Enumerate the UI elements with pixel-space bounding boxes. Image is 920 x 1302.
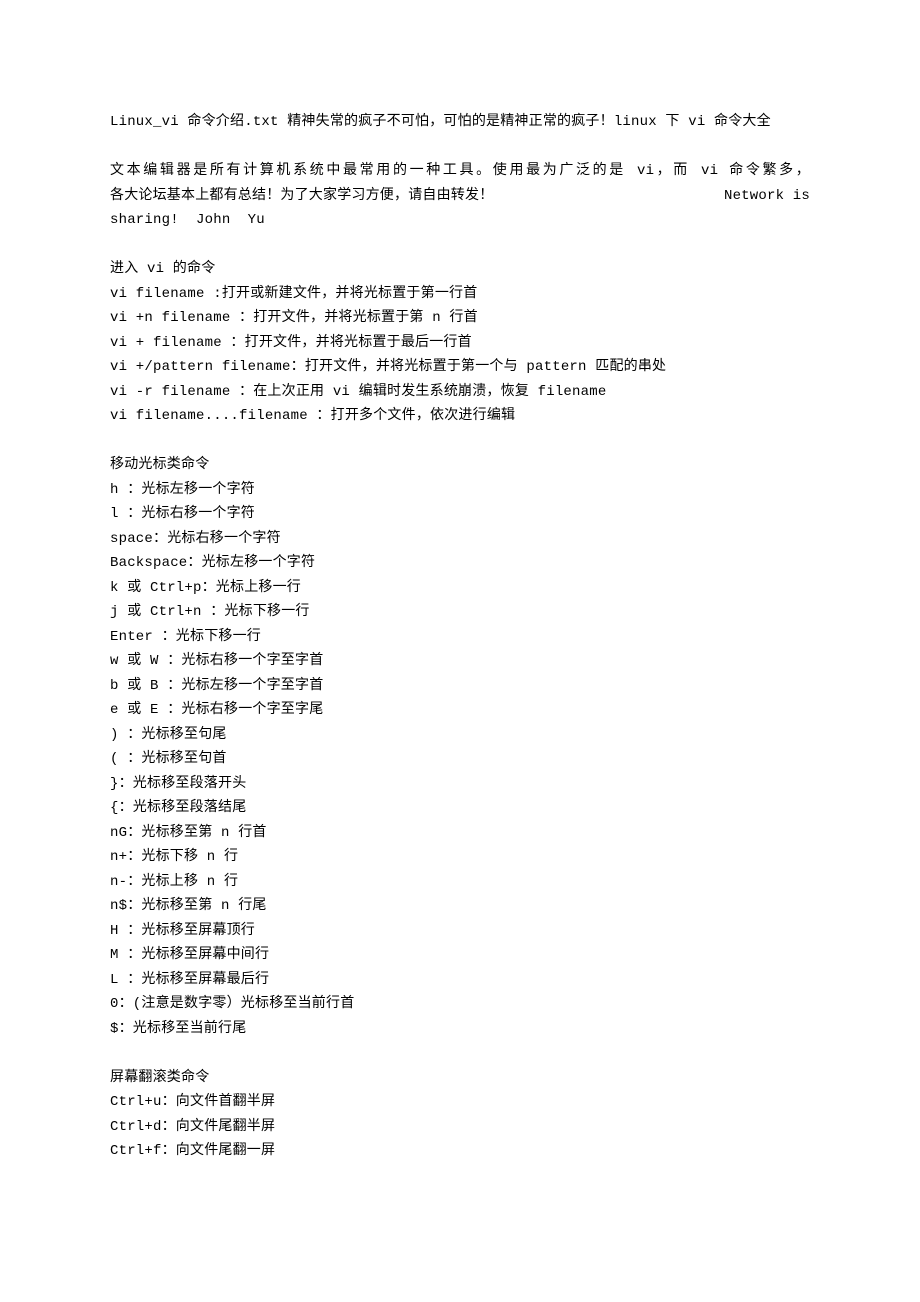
cursor-command-list: h ：光标左移一个字符l ：光标右移一个字符space：光标右移一个字符Back… [110, 478, 810, 1042]
cursor-item: space：光标右移一个字符 [110, 527, 810, 552]
intro-line-2-row3: sharing! John Yu [110, 208, 810, 233]
cursor-item: 0：(注意是数字零）光标移至当前行首 [110, 992, 810, 1017]
enter-item: vi filename....filename ：打开多个文件，依次进行编辑 [110, 404, 810, 429]
intro-line-1: Linux_vi 命令介绍.txt 精神失常的疯子不可怕，可怕的是精神正常的疯子… [110, 110, 810, 135]
cursor-item: {：光标移至段落结尾 [110, 796, 810, 821]
enter-command-list: vi filename :打开或新建文件，并将光标置于第一行首vi +n fil… [110, 282, 810, 429]
scroll-item: Ctrl+d：向文件尾翻半屏 [110, 1115, 810, 1140]
cursor-item: H ：光标移至屏幕顶行 [110, 919, 810, 944]
enter-item: vi -r filename ：在上次正用 vi 编辑时发生系统崩溃，恢复 fi… [110, 380, 810, 405]
cursor-item: Enter ：光标下移一行 [110, 625, 810, 650]
cursor-item: b 或 B ：光标左移一个字至字首 [110, 674, 810, 699]
cursor-item: e 或 E ：光标右移一个字至字尾 [110, 698, 810, 723]
cursor-item: n-：光标上移 n 行 [110, 870, 810, 895]
scroll-item: Ctrl+f：向文件尾翻一屏 [110, 1139, 810, 1164]
intro-line-2-row2: 各大论坛基本上都有总结！为了大家学习方便，请自由转发！Network is [110, 184, 810, 209]
paragraph-gap [110, 1041, 810, 1066]
enter-item: vi + filename ：打开文件，并将光标置于最后一行首 [110, 331, 810, 356]
cursor-item: l ：光标右移一个字符 [110, 502, 810, 527]
cursor-item: j 或 Ctrl+n ：光标下移一行 [110, 600, 810, 625]
cursor-item: ( ：光标移至句首 [110, 747, 810, 772]
cursor-item: }：光标移至段落开头 [110, 772, 810, 797]
enter-item: vi filename :打开或新建文件，并将光标置于第一行首 [110, 282, 810, 307]
paragraph-gap [110, 233, 810, 258]
scroll-item: Ctrl+u：向文件首翻半屏 [110, 1090, 810, 1115]
cursor-item: h ：光标左移一个字符 [110, 478, 810, 503]
paragraph-gap [110, 429, 810, 454]
cursor-item: M ：光标移至屏幕中间行 [110, 943, 810, 968]
cursor-item: $：光标移至当前行尾 [110, 1017, 810, 1042]
cursor-item: n$：光标移至第 n 行尾 [110, 894, 810, 919]
paragraph-gap [110, 135, 810, 160]
enter-item: vi +/pattern filename：打开文件，并将光标置于第一个与 pa… [110, 355, 810, 380]
cursor-item: n+：光标下移 n 行 [110, 845, 810, 870]
cursor-item: L ：光标移至屏幕最后行 [110, 968, 810, 993]
section-cursor-title: 移动光标类命令 [110, 453, 810, 478]
cursor-item: Backspace：光标左移一个字符 [110, 551, 810, 576]
section-enter-title: 进入 vi 的命令 [110, 257, 810, 282]
scroll-command-list: Ctrl+u：向文件首翻半屏Ctrl+d：向文件尾翻半屏Ctrl+f：向文件尾翻… [110, 1090, 810, 1164]
cursor-item: w 或 W ：光标右移一个字至字首 [110, 649, 810, 674]
section-scroll-title: 屏幕翻滚类命令 [110, 1066, 810, 1091]
cursor-item: nG：光标移至第 n 行首 [110, 821, 810, 846]
cursor-item: k 或 Ctrl+p：光标上移一行 [110, 576, 810, 601]
intro-line-2-row1: 文本编辑器是所有计算机系统中最常用的一种工具。使用最为广泛的是 vi，而 vi … [110, 159, 810, 184]
cursor-item: ) ：光标移至句尾 [110, 723, 810, 748]
enter-item: vi +n filename ：打开文件，并将光标置于第 n 行首 [110, 306, 810, 331]
